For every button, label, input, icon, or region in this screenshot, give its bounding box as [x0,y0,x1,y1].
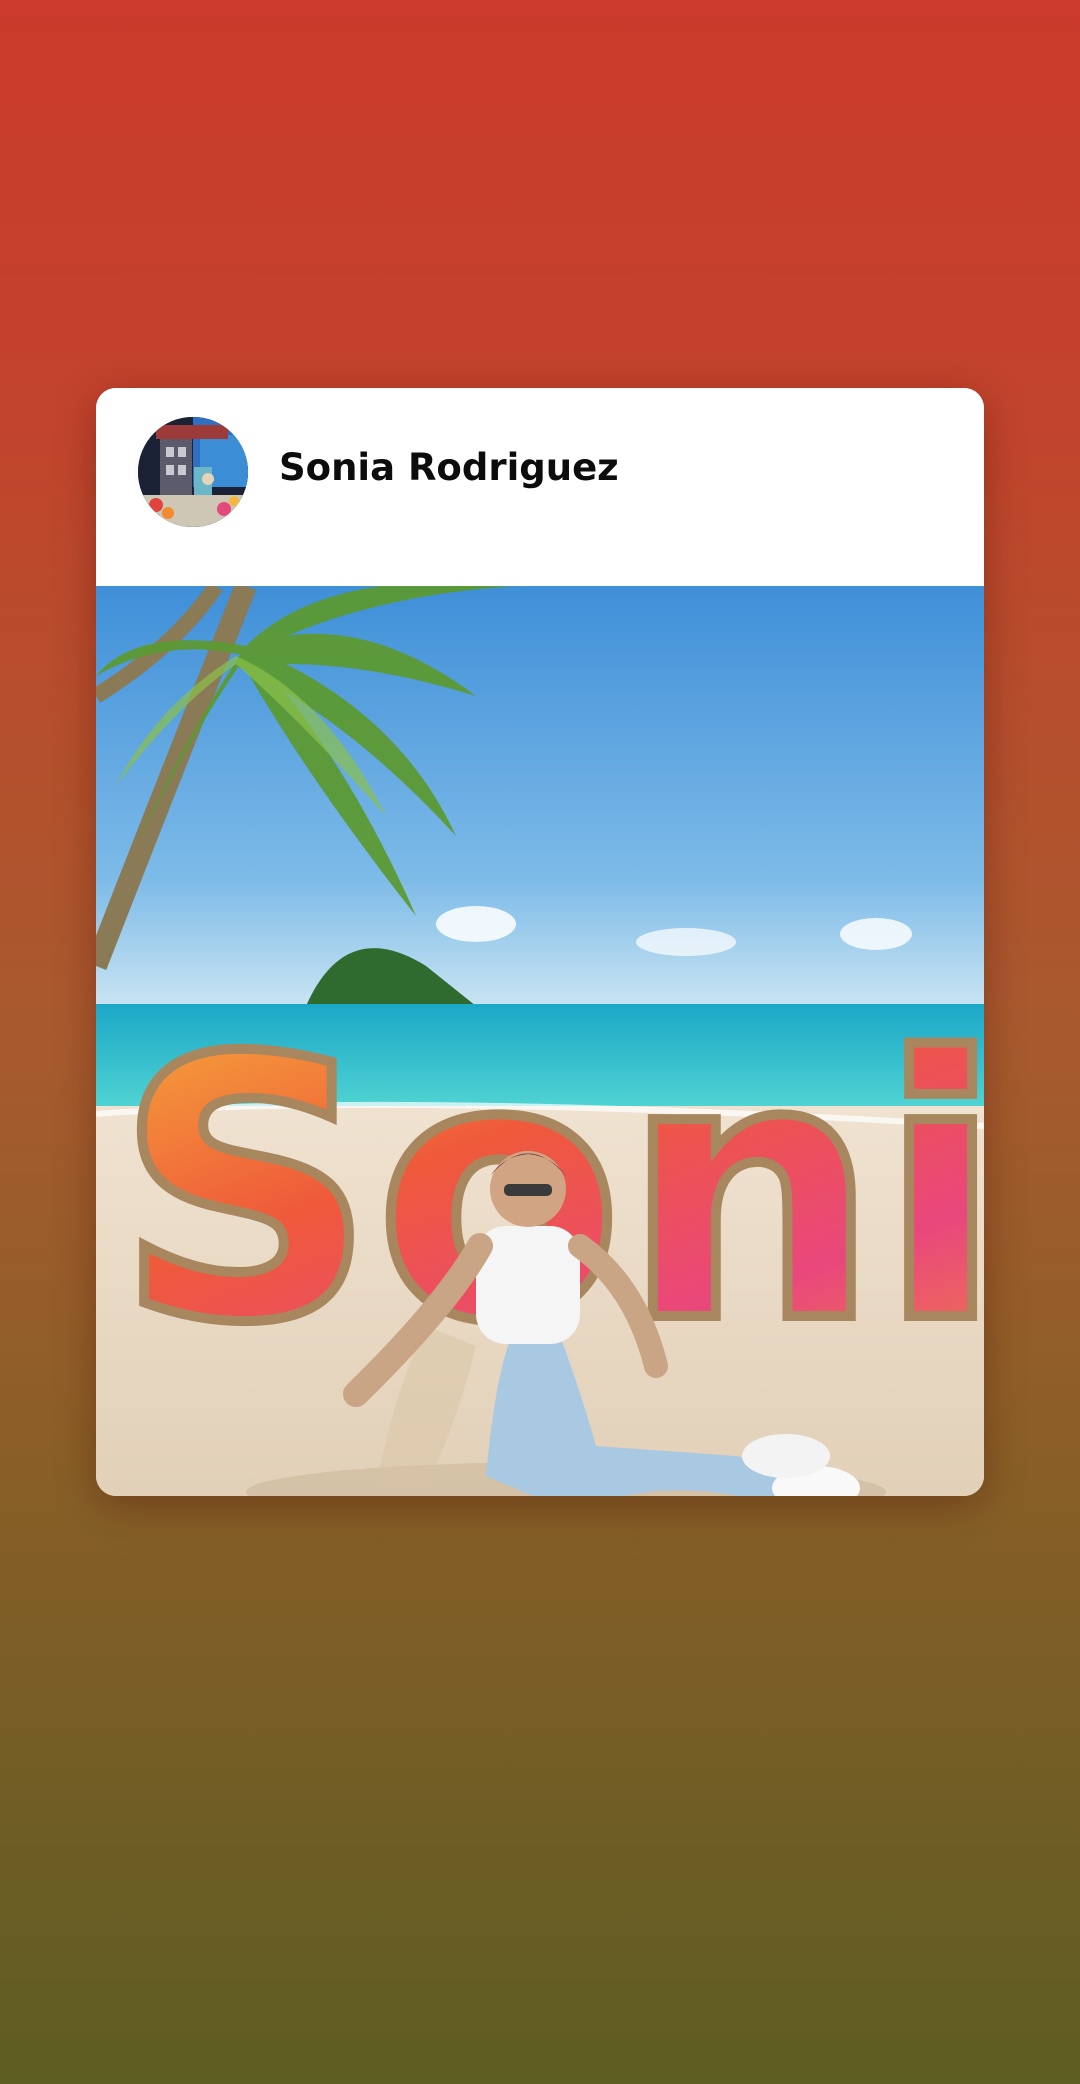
avatar[interactable] [138,417,248,527]
post-image[interactable]: Sonia [96,586,984,1496]
post-header: Sonia Rodriguez [96,388,984,586]
post-card[interactable]: Sonia Rodriguez [96,388,984,1496]
author-name[interactable]: Sonia Rodriguez [279,446,619,490]
avatar-image [138,417,248,527]
beach-photo: Sonia [96,586,984,1496]
